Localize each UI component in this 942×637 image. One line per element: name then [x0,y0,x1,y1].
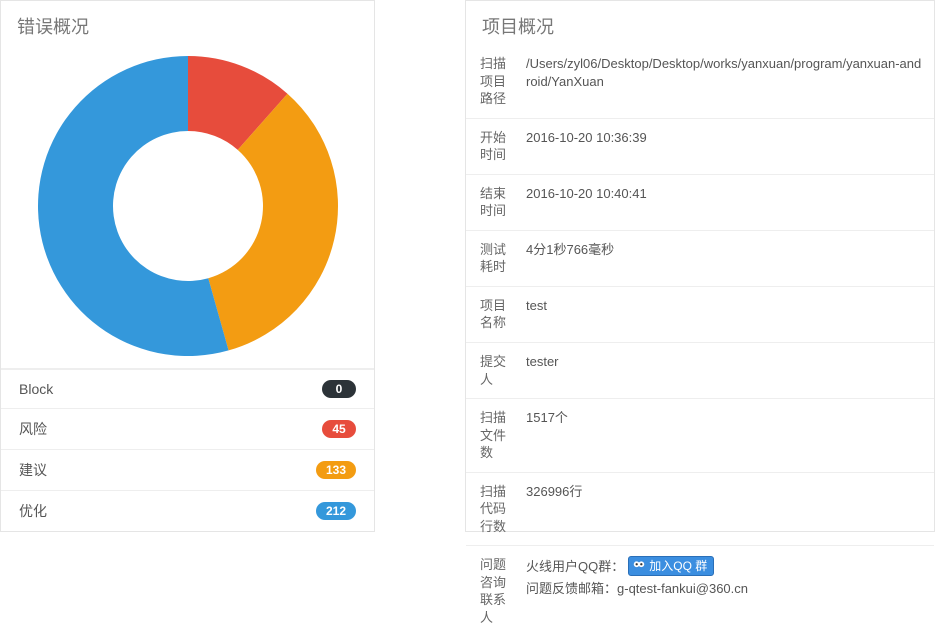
stat-badge: 212 [316,502,356,520]
info-label: 测试耗时 [466,231,522,286]
info-label: 结束时间 [466,175,522,230]
info-value: /Users/zyl06/Desktop/Desktop/works/yanxu… [522,45,934,118]
error-overview-title: 错误概况 [1,1,374,45]
contact-value: 火线用户QQ群： 加入QQ 群问题反馈邮箱：g-qtest-fankui@360.… [522,546,934,636]
stat-label: Block [19,381,53,397]
stat-badge: 45 [322,420,356,438]
info-label: 扫描文件数 [466,399,522,472]
info-label: 开始时间 [466,119,522,174]
stat-label: 优化 [19,501,47,521]
stat-label: 风险 [19,419,47,439]
stat-row[interactable]: Block 0 [1,369,374,408]
info-value: tester [522,343,934,398]
info-value: 2016-10-20 10:40:41 [522,175,934,230]
info-label: 项目名称 [466,287,522,342]
join-qq-group-label: 加入QQ 群 [649,560,707,572]
contact-qq-line: 火线用户QQ群： 加入QQ 群 [526,556,922,576]
stat-badge: 133 [316,461,356,479]
donut-chart [28,49,348,359]
info-value: 4分1秒766毫秒 [522,231,934,286]
info-row: 扫描文件数1517个 [466,398,934,472]
info-row-contact: 问题咨询联系人火线用户QQ群： 加入QQ 群问题反馈邮箱：g-qtest-fank… [466,545,934,636]
info-row: 开始时间2016-10-20 10:36:39 [466,118,934,174]
project-overview-panel: 项目概况 扫描项目路径/Users/zyl06/Desktop/Desktop/… [465,0,935,532]
info-value: 1517个 [522,399,934,472]
info-value: test [522,287,934,342]
donut-chart-wrap [1,45,374,368]
stat-row[interactable]: 建议 133 [1,449,374,490]
stat-row[interactable]: 风险 45 [1,408,374,449]
info-row: 项目名称test [466,286,934,342]
stat-label: 建议 [19,460,47,480]
info-value: 2016-10-20 10:36:39 [522,119,934,174]
stat-badge: 0 [322,380,356,398]
project-info-table: 扫描项目路径/Users/zyl06/Desktop/Desktop/works… [466,45,934,637]
error-stats-list: Block 0 风险 45 建议 133 优化 212 [1,368,374,531]
contact-email-prefix: 问题反馈邮箱： [526,581,617,596]
info-label: 扫描代码行数 [466,473,522,546]
info-row: 扫描代码行数326996行 [466,472,934,546]
info-label: 提交人 [466,343,522,398]
join-qq-group-button[interactable]: 加入QQ 群 [628,556,714,576]
contact-email: g-qtest-fankui@360.cn [617,581,748,596]
project-overview-title: 项目概况 [466,1,934,45]
info-value: 326996行 [522,473,934,546]
contact-email-line: 问题反馈邮箱：g-qtest-fankui@360.cn [526,580,922,598]
info-label: 扫描项目路径 [466,45,522,118]
info-row: 提交人tester [466,342,934,398]
info-row: 测试耗时4分1秒766毫秒 [466,230,934,286]
contact-qq-prefix: 火线用户QQ群： [526,558,624,576]
info-label: 问题咨询联系人 [466,546,522,636]
info-row: 结束时间2016-10-20 10:40:41 [466,174,934,230]
stat-row[interactable]: 优化 212 [1,490,374,531]
info-row: 扫描项目路径/Users/zyl06/Desktop/Desktop/works… [466,45,934,118]
error-overview-panel: 错误概况 Block 0 风险 45 建议 133 优化 212 [0,0,375,532]
qq-icon [632,559,646,573]
